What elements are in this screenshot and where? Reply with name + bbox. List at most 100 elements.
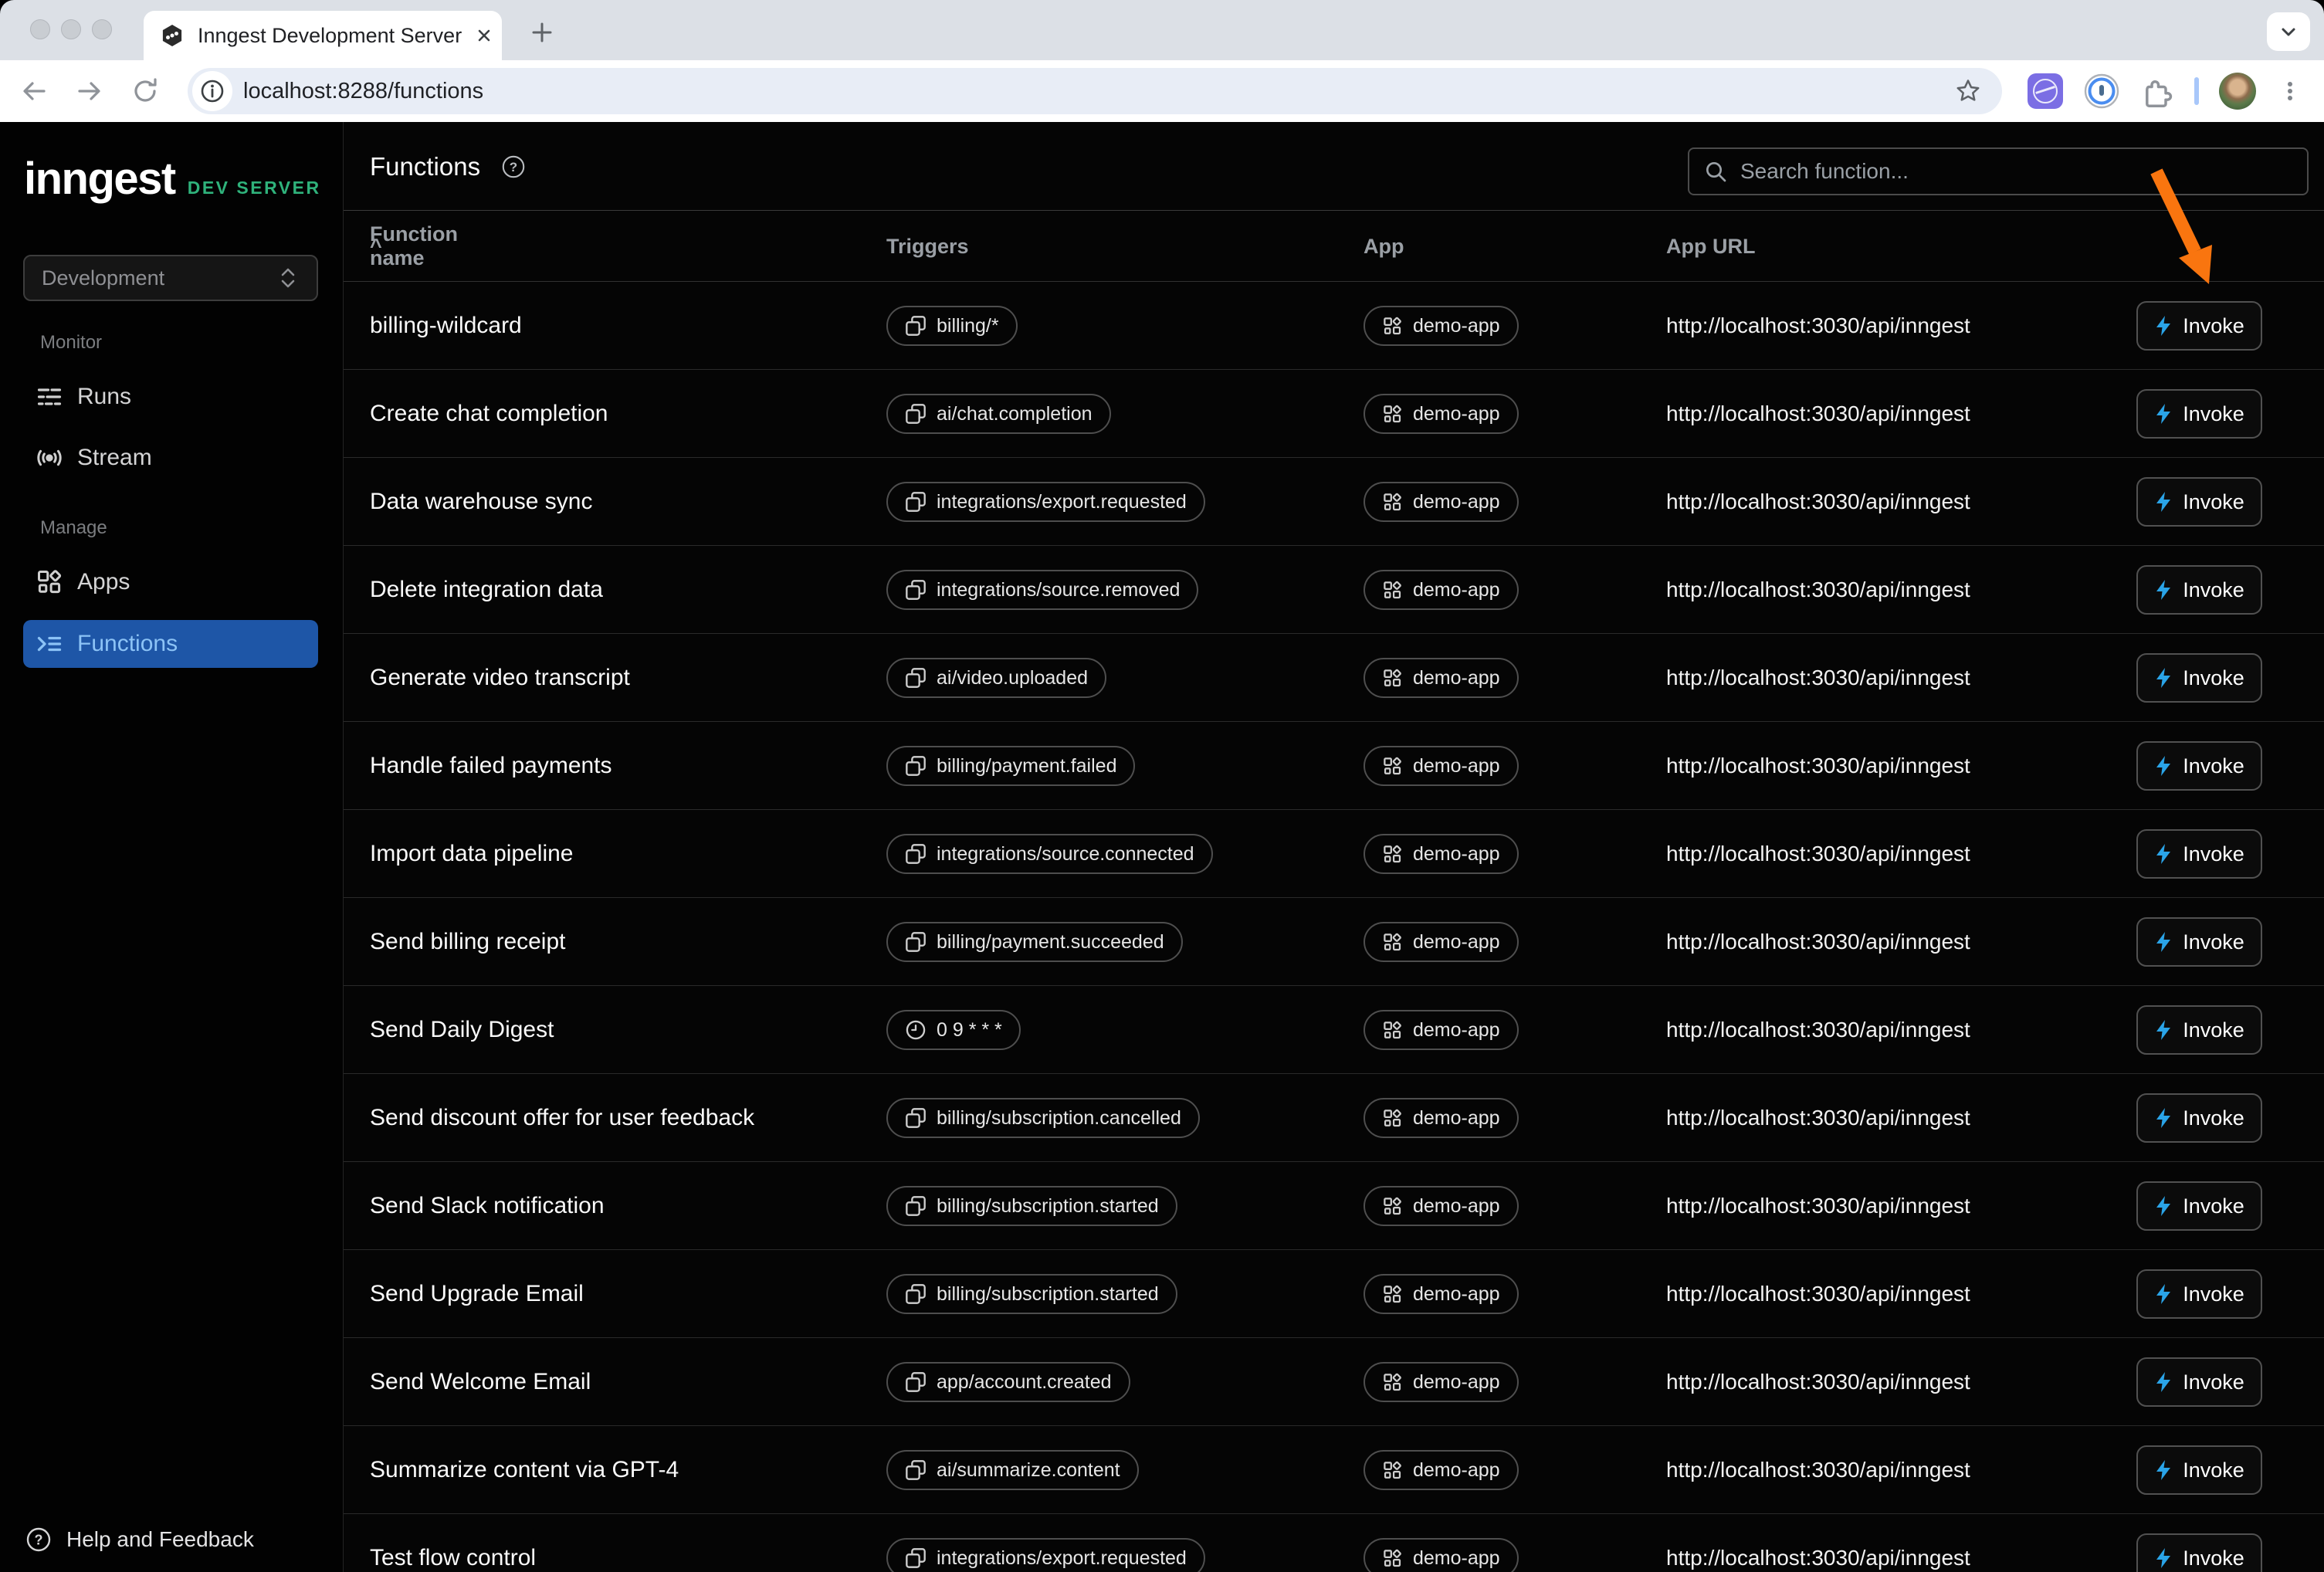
site-info-icon[interactable] [192,71,232,111]
invoke-button[interactable]: Invoke [2136,741,2262,791]
function-name[interactable]: Send Upgrade Email [370,1250,584,1338]
bookmark-star-icon[interactable] [1954,77,1982,105]
function-name[interactable]: Summarize content via GPT-4 [370,1426,679,1514]
column-app: App [1364,211,1404,282]
app-url: http://localhost:3030/api/inngest [1666,986,1970,1074]
app-grid-icon [1382,1460,1403,1481]
search-box[interactable] [1688,147,2309,195]
invoke-button[interactable]: Invoke [2136,1533,2262,1572]
trigger-badge: billing/payment.failed [886,746,1135,786]
app-url: http://localhost:3030/api/inngest [1666,282,1970,370]
app-badge: demo-app [1364,1274,1519,1314]
table-row: Create chat completion ai/chat.completio… [344,370,2324,458]
invoke-button[interactable]: Invoke [2136,653,2262,703]
environment-label: Development [42,266,276,290]
invoke-label: Invoke [2183,490,2244,514]
window-minimize-button[interactable] [61,19,81,39]
table-row: Send billing receipt billing/payment.suc… [344,898,2324,986]
function-name[interactable]: Send Daily Digest [370,986,554,1074]
new-tab-button[interactable] [527,17,557,48]
browser-chrome: Inngest Development Server [0,0,2324,122]
tab-search-button[interactable] [2267,12,2310,51]
window-controls[interactable] [30,19,112,39]
invoke-button[interactable]: Invoke [2136,1093,2262,1143]
function-name[interactable]: Data warehouse sync [370,458,593,546]
table-header: Function name ^ Triggers App App URL [344,211,2324,282]
invoke-button[interactable]: Invoke [2136,917,2262,967]
sidebar-item-label: Apps [77,569,130,595]
function-name[interactable]: Send Welcome Email [370,1338,591,1426]
section-label-manage: Manage [40,517,107,539]
inngest-logo: inngest DEV SERVER [24,153,321,205]
lightning-bolt-icon [2154,843,2173,865]
window-close-button[interactable] [30,19,50,39]
environment-selector[interactable]: Development [23,255,318,301]
tab-title: Inngest Development Server [198,24,462,48]
trigger-badge: billing/subscription.started [886,1186,1177,1226]
function-name[interactable]: Send Slack notification [370,1162,605,1250]
function-name[interactable]: billing-wildcard [370,282,522,370]
extensions-puzzle-icon[interactable] [2140,74,2174,108]
invoke-label: Invoke [2183,666,2244,690]
profile-avatar[interactable] [2219,73,2256,110]
invoke-button[interactable]: Invoke [2136,1181,2262,1231]
app-label: demo-app [1413,1195,1500,1218]
function-name[interactable]: Delete integration data [370,546,603,634]
search-input[interactable] [1740,159,2293,184]
event-icon [905,931,927,953]
browser-tab[interactable]: Inngest Development Server [144,11,502,60]
sidebar-item-stream[interactable]: Stream [23,435,318,481]
app-label: demo-app [1413,579,1500,601]
back-button[interactable] [12,69,56,113]
forward-button[interactable] [68,69,111,113]
invoke-button[interactable]: Invoke [2136,1445,2262,1495]
invoke-label: Invoke [2183,402,2244,426]
sidebar-item-runs[interactable]: Runs [23,374,318,420]
invoke-button[interactable]: Invoke [2136,301,2262,351]
function-name[interactable]: Generate video transcript [370,634,630,722]
invoke-button[interactable]: Invoke [2136,829,2262,879]
trigger-label: integrations/source.removed [937,579,1180,601]
function-name[interactable]: Handle failed payments [370,722,612,810]
invoke-label: Invoke [2183,1282,2244,1306]
function-name[interactable]: Create chat completion [370,370,608,458]
trigger-badge: ai/chat.completion [886,394,1111,434]
app-badge: demo-app [1364,570,1519,610]
app-badge: demo-app [1364,922,1519,962]
app-grid-icon [1382,1196,1403,1217]
invoke-button[interactable]: Invoke [2136,477,2262,527]
onepassword-extension-icon[interactable] [2083,73,2120,110]
event-icon [905,843,927,865]
sidebar-item-apps[interactable]: Apps [23,559,318,605]
app-url: http://localhost:3030/api/inngest [1666,1074,1970,1162]
invoke-label: Invoke [2183,1106,2244,1130]
function-name[interactable]: Import data pipeline [370,810,574,898]
browser-menu-icon[interactable] [2276,77,2304,105]
invoke-button[interactable]: Invoke [2136,1005,2262,1055]
sidebar-item-functions[interactable]: Functions [23,620,318,668]
address-bar[interactable]: localhost:8288/functions [188,68,2002,114]
app-grid-icon [1382,1548,1403,1569]
function-name[interactable]: Send discount offer for user feedback [370,1074,754,1162]
invoke-label: Invoke [2183,1370,2244,1394]
reload-button[interactable] [124,69,167,113]
url-text[interactable]: localhost:8288/functions [243,79,1954,104]
help-and-feedback[interactable]: ? Help and Feedback [25,1516,254,1563]
purple-extension-icon[interactable] [2028,73,2063,109]
invoke-button[interactable]: Invoke [2136,389,2262,439]
lightning-bolt-icon [2154,1107,2173,1129]
app-label: demo-app [1413,315,1500,337]
tab-close-icon[interactable] [474,22,494,49]
apps-icon [36,568,63,596]
invoke-button[interactable]: Invoke [2136,1269,2262,1319]
invoke-button[interactable]: Invoke [2136,1357,2262,1407]
trigger-badge: integrations/source.connected [886,834,1213,874]
window-zoom-button[interactable] [92,19,112,39]
invoke-label: Invoke [2183,930,2244,954]
app-badge: demo-app [1364,306,1519,346]
invoke-button[interactable]: Invoke [2136,565,2262,615]
help-circle-icon[interactable]: ? [500,154,527,180]
function-name[interactable]: Test flow control [370,1514,536,1572]
event-icon [905,755,927,777]
function-name[interactable]: Send billing receipt [370,898,566,986]
